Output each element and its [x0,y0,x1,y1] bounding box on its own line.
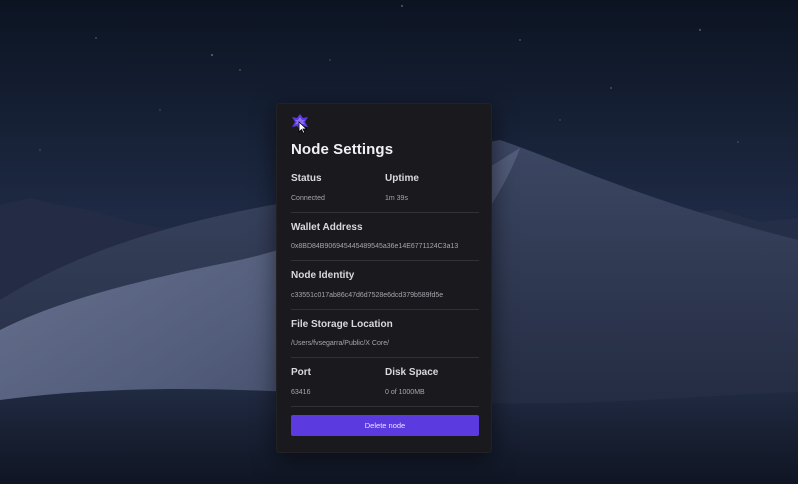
port-value: 63416 [291,389,311,396]
page-title: Node Settings [291,141,394,158]
divider [291,212,479,213]
divider [291,357,479,358]
mouse-cursor-icon [298,121,308,134]
wallet-address-label: Wallet Address [291,222,363,233]
divider [291,260,479,261]
node-settings-panel: Node Settings Status Connected Uptime 1m… [276,103,492,453]
desktop: Node Settings Status Connected Uptime 1m… [0,0,798,484]
file-storage-value: /Users/fvsegarra/Public/X Core/ [291,340,390,347]
port-label: Port [291,367,311,378]
status-value: Connected [291,195,325,202]
node-identity-label: Node Identity [291,270,355,281]
divider [291,309,479,310]
disk-space-label: Disk Space [385,367,439,378]
status-label: Status [291,173,322,184]
divider [291,406,479,407]
node-identity-value: c33551c017ab86c47d6d7528e6dcd379b589fd5e [291,292,444,299]
delete-node-button[interactable]: Delete node [291,415,479,436]
uptime-value: 1m 39s [385,195,408,202]
file-storage-label: File Storage Location [291,319,393,330]
uptime-label: Uptime [385,173,419,184]
disk-space-value: 0 of 1000MB [385,389,425,396]
wallet-address-value: 0x8BD84B906945445489545a36e14E6771124C3a… [291,243,459,250]
